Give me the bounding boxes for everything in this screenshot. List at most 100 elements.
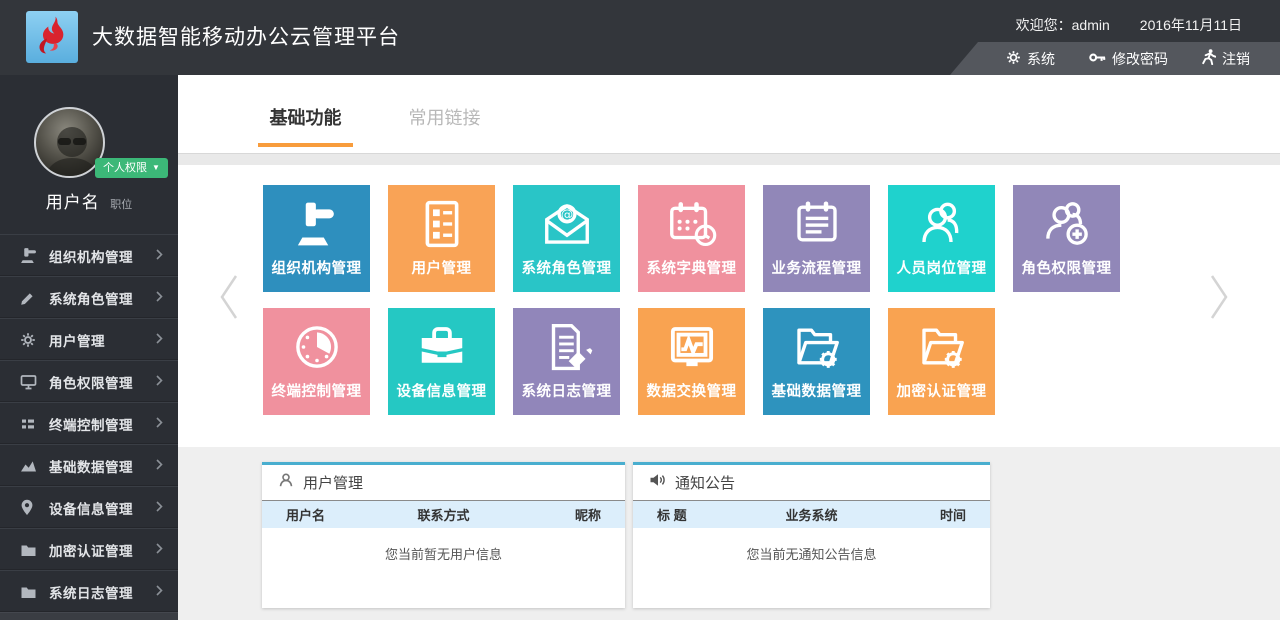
column-time: 时间 <box>863 505 990 524</box>
personal-permission-badge[interactable]: 个人权限 ▼ <box>95 158 168 178</box>
welcome-line: 欢迎您：admin 2016年11月11日 <box>1016 15 1242 35</box>
tab-common-links[interactable]: 常用链接 <box>397 75 492 153</box>
tab-basic-functions[interactable]: 基础功能 <box>258 75 353 153</box>
tile-org-management[interactable]: 组织机构管理 <box>263 185 370 292</box>
tile-user-management[interactable]: 用户管理 <box>388 185 495 292</box>
gavel-icon <box>20 247 37 264</box>
sidebar-item-user-management[interactable]: 用户管理 <box>0 318 178 360</box>
divider-strip <box>178 153 1280 165</box>
tile-device-info[interactable]: 设备信息管理 <box>388 308 495 415</box>
chevron-right-icon <box>156 583 163 601</box>
sidebar-item-system-role[interactable]: 系统角色管理 <box>0 276 178 318</box>
grid-icon <box>20 415 37 432</box>
tile-terminal-control[interactable]: 终端控制管理 <box>263 308 370 415</box>
logout-label: 注销 <box>1222 49 1250 69</box>
profile-section: 个人权限 ▼ 用户名 职位 <box>0 75 178 234</box>
sidebar-item-terminal-control[interactable]: 终端控制管理 <box>0 402 178 444</box>
welcome-text: 欢迎您：admin <box>1016 17 1110 33</box>
date-text: 2016年11月11日 <box>1140 17 1242 33</box>
sidebar-item-label: 终端控制管理 <box>49 414 133 434</box>
tile-personnel-position[interactable]: 人员岗位管理 <box>888 185 995 292</box>
role-text: 职位 <box>110 199 132 211</box>
chevron-right-icon <box>156 499 163 517</box>
notices-panel: 通知公告 标 题 业务系统 时间 您当前无通知公告信息 <box>633 462 990 608</box>
users-table-header: 用户名 联系方式 昵称 <box>262 501 625 528</box>
monitor-icon <box>20 373 37 390</box>
sidebar-item-label: 角色权限管理 <box>49 372 133 392</box>
users-panel-header: 用户管理 <box>262 465 625 501</box>
tile-data-exchange[interactable]: 数据交换管理 <box>638 308 745 415</box>
tile-business-process[interactable]: 业务流程管理 <box>763 185 870 292</box>
tiles-carousel: 组织机构管理 用户管理 @ 系统角色管理 系统字典管理 业务流程管理 <box>178 165 1280 447</box>
pencil-icon <box>20 289 37 306</box>
users-panel-title: 用户管理 <box>303 472 363 493</box>
sidebar-item-label: 基础数据管理 <box>49 456 133 476</box>
folder-gear-icon <box>763 316 870 378</box>
people-icon <box>888 193 995 255</box>
notices-empty-message: 您当前无通知公告信息 <box>633 528 990 563</box>
chevron-right-icon <box>156 331 163 349</box>
tile-encryption-auth[interactable]: 加密认证管理 <box>888 308 995 415</box>
sidebar-item-label: 系统角色管理 <box>49 288 133 308</box>
tile-label: 组织机构管理 <box>263 257 370 278</box>
clipboard-icon <box>763 193 870 255</box>
folder-icon <box>20 541 37 558</box>
tile-system-dictionary[interactable]: 系统字典管理 <box>638 185 745 292</box>
sidebar-item-device-info[interactable]: 设备信息管理 <box>0 486 178 528</box>
sidebar-item-label: 设备信息管理 <box>49 498 133 518</box>
tab-bar: 基础功能 常用链接 <box>178 75 1280 153</box>
svg-text:@: @ <box>560 207 572 221</box>
system-label: 系统 <box>1027 49 1055 69</box>
sidebar-item-encryption-auth[interactable]: 加密认证管理 <box>0 528 178 570</box>
tile-label: 角色权限管理 <box>1013 257 1120 278</box>
gavel-icon <box>263 193 370 255</box>
username-text: 用户名 <box>46 193 100 212</box>
sidebar: 个人权限 ▼ 用户名 职位 组织机构管理 系统角色管理 用户管理 角色权限管理 <box>0 75 178 620</box>
flame-icon <box>35 16 69 59</box>
calendar-clock-icon <box>638 193 745 255</box>
mail-at-icon: @ <box>513 193 620 255</box>
main-content: 基础功能 常用链接 组织机构管理 用户管理 @ 系统角色管理 <box>178 75 1280 620</box>
sidebar-footer-strip <box>0 612 178 620</box>
sidebar-item-org-management[interactable]: 组织机构管理 <box>0 234 178 276</box>
sidebar-item-role-permission[interactable]: 角色权限管理 <box>0 360 178 402</box>
chevron-right-icon <box>156 289 163 307</box>
tile-system-role[interactable]: @ 系统角色管理 <box>513 185 620 292</box>
pin-icon <box>20 499 37 516</box>
page-title: 大数据智能移动办公云管理平台 <box>92 0 400 75</box>
profile-name: 用户名 职位 <box>0 188 178 213</box>
column-contact: 联系方式 <box>391 505 496 524</box>
monitor-wave-icon <box>638 316 745 378</box>
users-panel: 用户管理 用户名 联系方式 昵称 您当前暂无用户信息 <box>262 462 625 608</box>
gear-icon <box>1006 50 1021 68</box>
notices-table-header: 标 题 业务系统 时间 <box>633 501 990 528</box>
tile-label: 系统字典管理 <box>638 257 745 278</box>
checklist-icon <box>388 193 495 255</box>
chart-icon <box>20 457 37 474</box>
logout-icon <box>1202 49 1216 68</box>
notices-panel-header: 通知公告 <box>633 465 990 501</box>
tile-basic-data[interactable]: 基础数据管理 <box>763 308 870 415</box>
sidebar-item-label: 加密认证管理 <box>49 540 133 560</box>
caret-down-icon: ▼ <box>152 158 160 178</box>
column-username: 用户名 <box>262 505 391 524</box>
column-title: 标 题 <box>633 505 760 524</box>
chevron-right-icon <box>156 373 163 391</box>
carousel-prev-button[interactable] <box>216 272 242 322</box>
tile-system-log[interactable]: 系统日志管理 <box>513 308 620 415</box>
app-logo <box>26 11 78 63</box>
tile-label: 人员岗位管理 <box>888 257 995 278</box>
tile-role-permission[interactable]: 角色权限管理 <box>1013 185 1120 292</box>
system-button[interactable]: 系统 <box>1006 49 1055 69</box>
tile-label: 数据交换管理 <box>638 380 745 401</box>
sidebar-item-basic-data[interactable]: 基础数据管理 <box>0 444 178 486</box>
logout-button[interactable]: 注销 <box>1202 49 1250 69</box>
change-password-button[interactable]: 修改密码 <box>1089 49 1168 69</box>
chevron-right-icon <box>156 415 163 433</box>
carousel-next-button[interactable] <box>1206 272 1232 322</box>
sidebar-item-system-log[interactable]: 系统日志管理 <box>0 570 178 612</box>
bottom-section: 用户管理 用户名 联系方式 昵称 您当前暂无用户信息 通知公告 标 题 业务系统… <box>178 447 1280 620</box>
notices-panel-title: 通知公告 <box>675 472 735 493</box>
column-business-system: 业务系统 <box>760 505 863 524</box>
change-password-label: 修改密码 <box>1112 49 1168 69</box>
